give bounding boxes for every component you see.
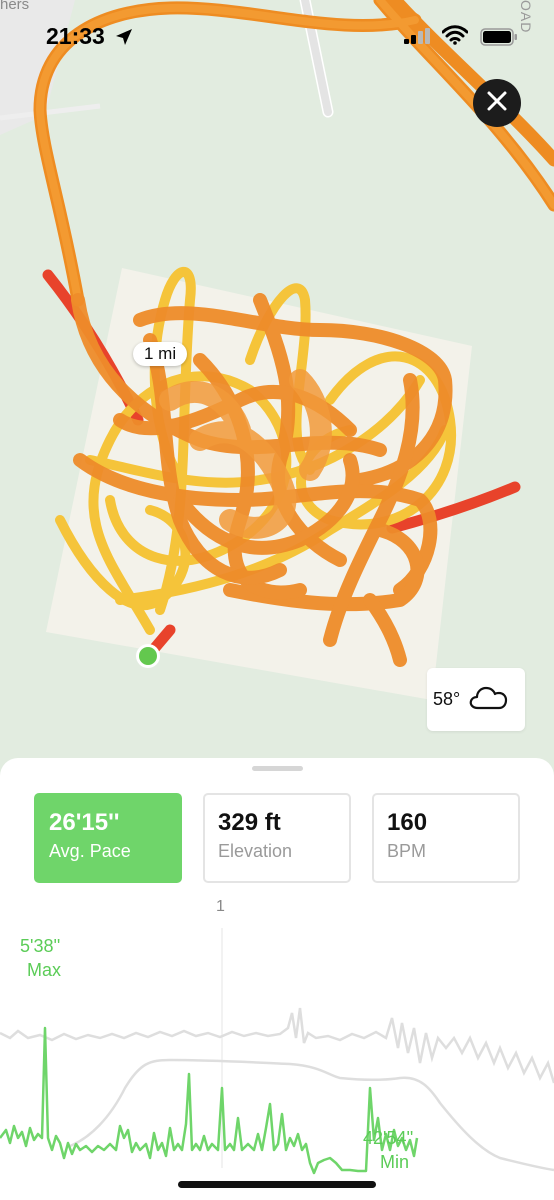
elevation-line — [69, 1058, 554, 1172]
close-icon — [486, 90, 508, 117]
start-point[interactable] — [139, 647, 157, 665]
battery-icon — [480, 28, 518, 51]
status-bar: 21:33 — [0, 0, 554, 70]
stats-sheet: 26'15'' Avg. Pace 329 ft Elevation 160 B… — [0, 758, 554, 1200]
cloud-icon — [468, 683, 508, 716]
max-pace-value: 5'38'' — [20, 936, 61, 956]
min-pace-value: 42'54'' — [363, 1128, 414, 1148]
mile-marker: 1 mi — [133, 342, 188, 366]
max-pace-label: Max — [27, 960, 62, 980]
min-pace-label: Min — [380, 1152, 410, 1172]
stat-value: 329 ft — [218, 809, 281, 836]
wifi-icon — [441, 25, 469, 50]
pace-line — [0, 1026, 419, 1175]
stat-value: 160 — [387, 809, 428, 836]
pace-chart[interactable]: 1 5'38'' Max 42'54'' Min — [0, 888, 554, 1178]
mile-tick-label: 1 — [216, 898, 225, 915]
weather-card[interactable]: 58° — [427, 668, 525, 731]
stat-label: Avg. Pace — [49, 841, 131, 861]
heart-rate-line — [0, 1007, 554, 1084]
stat-label: BPM — [387, 841, 427, 861]
location-arrow-icon — [114, 27, 134, 52]
weather-temperature: 58° — [433, 689, 461, 709]
pace-chart-canvas — [0, 928, 554, 1175]
cellular-signal-icon — [404, 28, 434, 49]
stat-label: Elevation — [218, 841, 293, 861]
close-button[interactable] — [473, 79, 521, 127]
stat-value: 26'15'' — [49, 809, 120, 836]
stat-card-elevation[interactable]: 329 ft Elevation — [203, 793, 351, 883]
stat-card-avg-pace[interactable]: 26'15'' Avg. Pace — [34, 793, 182, 883]
stat-card-bpm[interactable]: 160 BPM — [372, 793, 520, 883]
home-indicator[interactable] — [178, 1181, 376, 1188]
status-time: 21:33 — [46, 23, 105, 49]
sheet-grabber[interactable] — [252, 766, 303, 771]
